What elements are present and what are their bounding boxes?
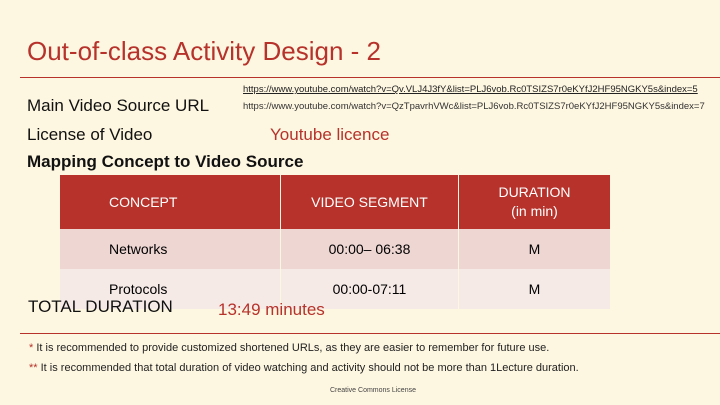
license-label: License of Video (27, 125, 153, 144)
header-duration-label: DURATION (498, 184, 571, 200)
notes-divider (20, 333, 720, 334)
slide-title: Out-of-class Activity Design - 2 (27, 36, 381, 66)
footnote-1-text: It is recommended to provide customized … (33, 342, 550, 354)
footnote-1: * It is recommended to provide customize… (29, 342, 549, 354)
footnote-2: ** It is recommended that total duration… (29, 362, 579, 374)
footnote-2-marker: ** (29, 362, 38, 374)
header-duration: DURATION (in min) (458, 175, 610, 229)
total-duration-label: TOTAL DURATION (28, 297, 173, 316)
mapping-heading: Mapping Concept to Video Source (27, 152, 304, 171)
duration-cell: M (458, 229, 610, 269)
table-row: Networks 00:00– 06:38 M (60, 229, 610, 269)
concept-cell: Networks (60, 229, 281, 269)
footnote-2-text: It is recommended that total duration of… (37, 362, 579, 374)
segment-cell: 00:00– 06:38 (280, 229, 459, 269)
video-url-link-2[interactable]: https://www.youtube.com/watch?v=QzTpavrh… (243, 101, 705, 112)
main-video-source-label: Main Video Source URL (27, 96, 210, 115)
header-duration-unit: (in min) (511, 203, 558, 219)
total-duration-value: 13:49 minutes (218, 300, 325, 319)
license-value: Youtube licence (270, 125, 390, 144)
header-concept: CONCEPT (60, 175, 281, 229)
title-divider (20, 77, 720, 78)
concept-mapping-table: CONCEPT VIDEO SEGMENT DURATION (in min) … (60, 175, 610, 309)
table-header-row: CONCEPT VIDEO SEGMENT DURATION (in min) (60, 175, 610, 229)
header-video-segment: VIDEO SEGMENT (280, 175, 459, 229)
duration-cell: M (458, 269, 610, 309)
video-url-link-1[interactable]: https://www.youtube.com/watch?v=Qv.VLJ4J… (243, 84, 698, 95)
creative-commons-footer[interactable]: Creative Commons License (330, 387, 416, 394)
